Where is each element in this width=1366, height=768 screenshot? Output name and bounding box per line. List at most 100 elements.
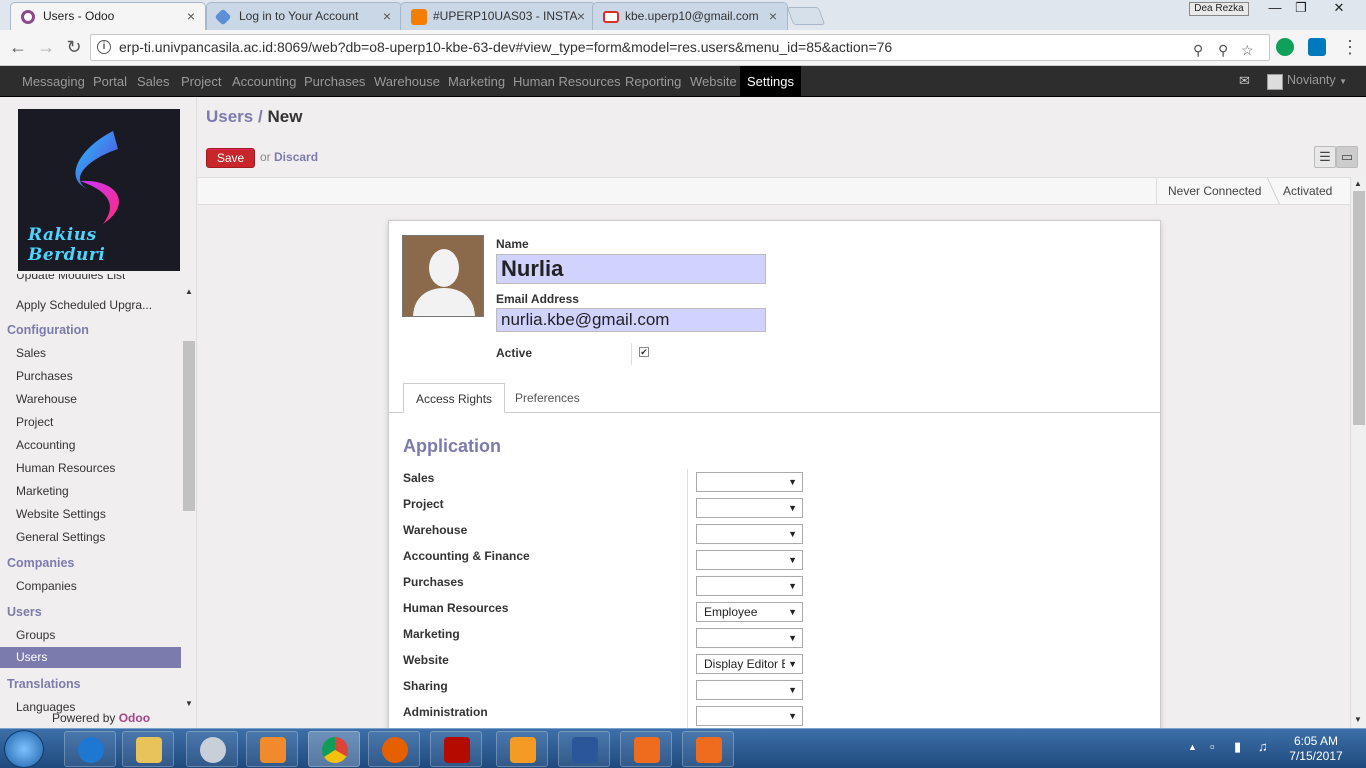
minimize-icon[interactable]: — [1262, 0, 1288, 18]
user-menu[interactable]: Novianty ▼ [1287, 66, 1347, 96]
taskbar-acrobat-icon[interactable] [430, 731, 482, 767]
project-select[interactable]: ▼ [696, 498, 803, 518]
tab-access-rights[interactable]: Access Rights [403, 383, 506, 413]
accounting-select[interactable]: ▼ [696, 550, 803, 570]
purchases-select[interactable]: ▼ [696, 576, 803, 596]
forward-arrow-icon[interactable]: → [34, 36, 58, 60]
menu-purchases[interactable]: Purchases [298, 66, 371, 97]
sharing-select[interactable]: ▼ [696, 680, 803, 700]
warehouse-select[interactable]: ▼ [696, 524, 803, 544]
taskbar-snipping-icon[interactable] [186, 731, 238, 767]
human-resources-select[interactable]: Employee ▼ [696, 602, 803, 622]
active-checkbox[interactable]: ✔ [639, 347, 649, 357]
user-photo[interactable] [402, 235, 484, 317]
sidebar-scroll-up-icon[interactable]: ▲ [185, 287, 193, 296]
avatar[interactable] [1267, 74, 1283, 90]
menu-marketing[interactable]: Marketing [442, 66, 511, 97]
taskbar-3d-icon[interactable] [496, 731, 548, 767]
volume-icon[interactable]: ♫ [1258, 739, 1268, 754]
tab-login[interactable]: Log in to Your Account × [206, 2, 402, 30]
stage-never-connected[interactable]: Never Connected [1156, 178, 1271, 204]
menu-reporting[interactable]: Reporting [619, 66, 687, 97]
signal-icon[interactable]: ▫ [1210, 739, 1215, 754]
sidebar-item-companies[interactable]: Companies [16, 579, 77, 593]
sidebar-scroll-down-icon[interactable]: ▼ [185, 699, 193, 708]
taskbar-word-icon[interactable] [558, 731, 610, 767]
back-arrow-icon[interactable]: ← [6, 36, 30, 60]
tab-blogger[interactable]: #UPERP10UAS03 - INSTA × [400, 2, 596, 30]
sidebar-item-apply-scheduled[interactable]: Apply Scheduled Upgra... [16, 298, 152, 312]
email-field[interactable]: nurlia.kbe@gmail.com [496, 308, 766, 332]
tab-users-odoo[interactable]: Users - Odoo × [10, 2, 206, 30]
main-scrollbar[interactable]: ▲ ▼ [1350, 177, 1366, 728]
restore-icon[interactable]: ❐ [1288, 0, 1314, 18]
name-field[interactable]: Nurlia [496, 254, 766, 284]
form-view-icon[interactable]: ▭ [1336, 146, 1358, 168]
stage-activated[interactable]: Activated [1283, 178, 1332, 204]
menu-accounting[interactable]: Accounting [226, 66, 302, 97]
sidebar-item-warehouse[interactable]: Warehouse [16, 392, 77, 406]
menu-project[interactable]: Project [175, 66, 227, 97]
sidebar-item-project[interactable]: Project [16, 415, 53, 429]
menu-messaging[interactable]: Messaging [16, 66, 91, 97]
taskbar-recorder-icon[interactable] [620, 731, 672, 767]
sidebar-item-users[interactable]: Users [0, 647, 181, 668]
website-select[interactable]: Display Editor B ▼ [696, 654, 803, 674]
windows-start-button[interactable] [4, 730, 44, 768]
sidebar-item-update-modules[interactable]: Update Modules List [16, 274, 125, 282]
sidebar-item-accounting[interactable]: Accounting [16, 438, 75, 452]
tray-expand-icon[interactable]: ▲ [1188, 742, 1197, 752]
discard-button[interactable]: Discard [274, 150, 318, 164]
profile-button[interactable]: Dea Rezka [1189, 2, 1249, 16]
odoo-brand-link[interactable]: Odoo [119, 711, 150, 725]
reload-icon[interactable]: ↻ [62, 36, 86, 60]
scroll-down-icon[interactable]: ▼ [1354, 715, 1362, 724]
menu-warehouse[interactable]: Warehouse [368, 66, 446, 97]
sidebar-item-marketing[interactable]: Marketing [16, 484, 69, 498]
marketing-select[interactable]: ▼ [696, 628, 803, 648]
sidebar-item-website-settings[interactable]: Website Settings [16, 507, 106, 521]
sidebar-item-sales[interactable]: Sales [16, 346, 46, 360]
menu-human-resources[interactable]: Human Resources [507, 66, 627, 97]
sidebar-item-general-settings[interactable]: General Settings [16, 530, 105, 544]
tab-gmail[interactable]: kbe.uperp10@gmail.com × [592, 2, 788, 30]
menu-sales[interactable]: Sales [131, 66, 176, 97]
tab-close-icon[interactable]: × [769, 3, 777, 29]
tab-close-icon[interactable]: × [383, 3, 391, 29]
sidebar-item-human-resources[interactable]: Human Resources [16, 461, 115, 475]
sidebar-scrollbar[interactable] [183, 341, 195, 511]
taskbar-camera-icon[interactable] [682, 731, 734, 767]
chrome-menu-icon[interactable]: ⋮ [1338, 36, 1362, 60]
menu-portal[interactable]: Portal [87, 66, 133, 97]
save-button[interactable]: Save [206, 148, 255, 168]
pin-icon[interactable]: ⚲ [1218, 38, 1228, 63]
administration-select[interactable]: ▼ [696, 706, 803, 726]
taskbar-media-icon[interactable] [246, 731, 298, 767]
tab-close-icon[interactable]: × [577, 3, 585, 29]
menu-website[interactable]: Website [684, 66, 743, 97]
list-view-icon[interactable]: ☰ [1314, 146, 1336, 168]
menu-settings[interactable]: Settings [740, 66, 801, 97]
chat-icon[interactable]: ✉ [1239, 73, 1250, 89]
taskbar-chrome-icon[interactable] [308, 731, 360, 767]
sales-select[interactable]: ▼ [696, 472, 803, 492]
site-info-icon[interactable]: i [97, 40, 111, 54]
taskbar-clock[interactable]: 6:05 AM 7/15/2017 [1286, 734, 1346, 764]
scroll-up-icon[interactable]: ▲ [1354, 179, 1362, 188]
url-input[interactable]: i erp-ti.univpancasila.ac.id:8069/web?db… [90, 34, 1270, 61]
breadcrumb-users-link[interactable]: Users [206, 107, 253, 126]
battery-icon[interactable]: ▮ [1234, 739, 1241, 755]
scrollbar-thumb[interactable] [1353, 191, 1365, 425]
taskbar-ie-icon[interactable] [64, 731, 116, 767]
hangouts-extension-icon[interactable] [1276, 38, 1294, 56]
tab-close-icon[interactable]: × [187, 3, 195, 29]
sidebar-item-groups[interactable]: Groups [16, 628, 55, 642]
close-window-icon[interactable]: ✕ [1326, 0, 1352, 18]
bookmark-star-icon[interactable]: ☆ [1241, 38, 1254, 63]
taskbar-explorer-icon[interactable] [122, 731, 174, 767]
trello-extension-icon[interactable] [1308, 38, 1326, 56]
tab-preferences[interactable]: Preferences [503, 383, 592, 413]
zoom-icon[interactable]: ⚲ [1193, 38, 1203, 63]
new-tab-button[interactable] [786, 7, 826, 25]
sidebar-item-purchases[interactable]: Purchases [16, 369, 73, 383]
